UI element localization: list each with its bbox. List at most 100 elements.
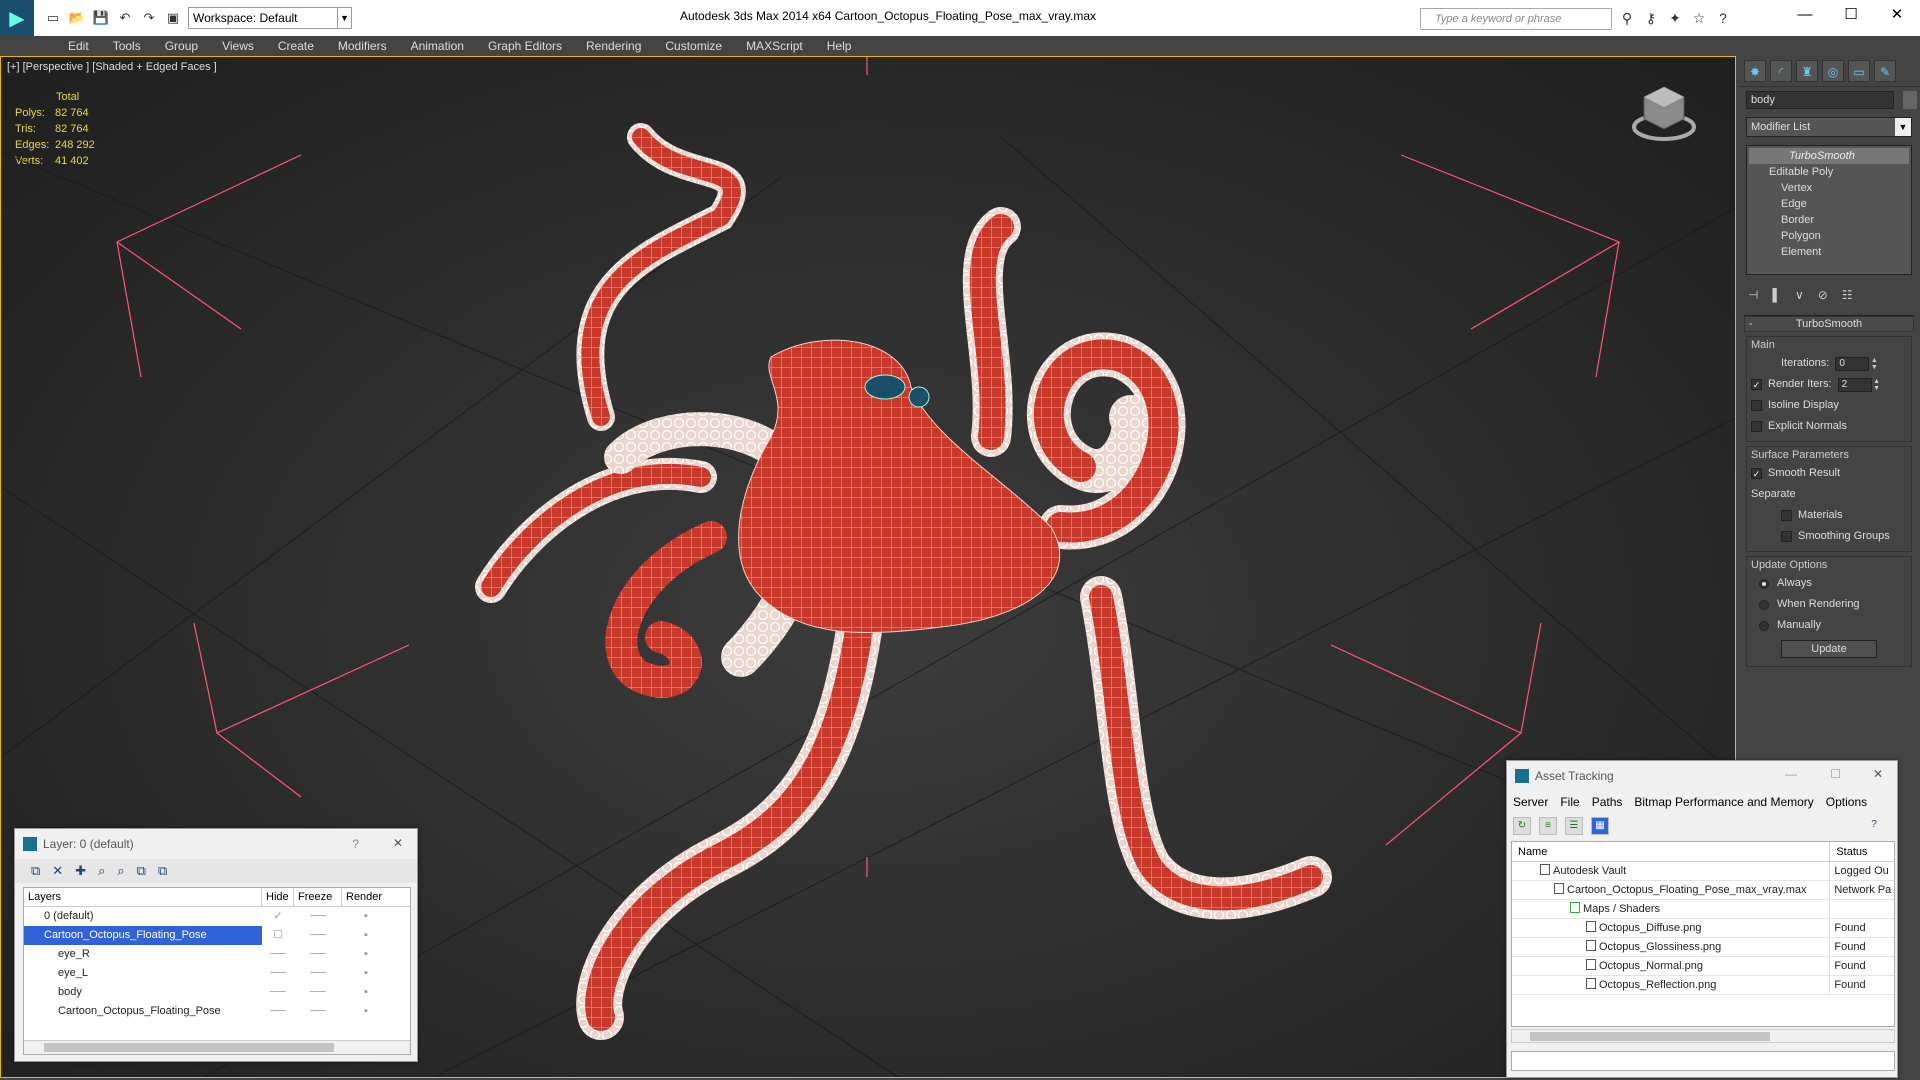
help-button[interactable]: ? <box>352 837 359 851</box>
table-row[interactable]: Cartoon_Octopus_Floating_Pose ── ── ▪ <box>24 1002 410 1021</box>
create-layer-icon[interactable]: ⧉ <box>31 863 40 879</box>
freeze-toggle[interactable]: ── <box>294 945 342 964</box>
make-unique-icon[interactable]: ∨ <box>1795 288 1804 302</box>
render-iters-checkbox[interactable]: ✓ <box>1751 379 1762 390</box>
col-freeze[interactable]: Freeze <box>294 888 342 906</box>
table-row[interactable]: Cartoon_Octopus_Floating_Pose_max_vray.m… <box>1512 881 1894 900</box>
scrollbar-thumb[interactable] <box>44 1043 334 1052</box>
menu-file[interactable]: File <box>1560 791 1579 813</box>
menu-graph-editors[interactable]: Graph Editors <box>476 36 574 56</box>
layer-name[interactable]: Cartoon_Octopus_Floating_Pose <box>24 1002 262 1021</box>
help-icon[interactable]: ? <box>1714 9 1732 27</box>
key-icon[interactable]: ⚷ <box>1642 9 1660 27</box>
object-color-swatch[interactable] <box>1903 91 1918 109</box>
modify-tab-icon[interactable]: ◜ <box>1770 60 1792 82</box>
iterations-spinner[interactable]: 0 <box>1835 356 1870 371</box>
table-row[interactable]: Maps / Shaders <box>1512 900 1894 919</box>
menu-options[interactable]: Options <box>1826 791 1867 813</box>
table-row[interactable]: Octopus_Diffuse.png Found <box>1512 919 1894 938</box>
close-button[interactable]: ✕ <box>393 836 403 850</box>
save-icon[interactable]: 💾 <box>92 9 110 27</box>
modifier-list-dropdown[interactable]: Modifier List ▼ <box>1746 117 1912 137</box>
show-end-result-icon[interactable]: ▌ <box>1772 288 1781 302</box>
hide-toggle[interactable]: ☐ <box>262 926 294 945</box>
hide-toggle[interactable]: ── <box>262 983 294 1002</box>
when-rendering-radio[interactable] <box>1759 599 1769 610</box>
hide-toggle[interactable]: ✓ <box>262 907 294 926</box>
freeze-toggle[interactable]: ── <box>294 983 342 1002</box>
chevron-down-icon[interactable]: ▼ <box>1895 118 1911 136</box>
menu-rendering[interactable]: Rendering <box>574 36 653 56</box>
menu-animation[interactable]: Animation <box>399 36 476 56</box>
table-row[interactable]: Autodesk Vault Logged Ou <box>1512 862 1894 881</box>
list-view-icon[interactable]: ≡ <box>1539 817 1557 835</box>
layer-name[interactable]: body <box>24 983 262 1002</box>
col-hide[interactable]: Hide <box>262 888 294 906</box>
utilities-tab-icon[interactable]: ✎ <box>1874 60 1896 82</box>
search-input[interactable]: Type a keyword or phrase <box>1420 8 1612 30</box>
render-iters-spinner[interactable]: 2 <box>1837 377 1872 392</box>
stack-subobject-vertex[interactable]: Vertex <box>1749 180 1909 196</box>
layer-dialog-titlebar[interactable]: Layer: 0 (default) ? ✕ <box>15 829 417 859</box>
menu-views[interactable]: Views <box>210 36 266 56</box>
table-row[interactable]: Octopus_Reflection.png Found <box>1512 976 1894 995</box>
explicit-normals-checkbox[interactable] <box>1751 421 1762 432</box>
horizontal-scrollbar[interactable] <box>1511 1029 1895 1043</box>
layer-name[interactable]: eye_L <box>24 964 262 983</box>
render-toggle[interactable]: ▪ <box>342 1002 390 1021</box>
table-row[interactable]: Octopus_Normal.png Found <box>1512 957 1894 976</box>
freeze-toggle[interactable]: ── <box>294 1002 342 1021</box>
remove-modifier-icon[interactable]: ⊘ <box>1818 288 1828 302</box>
menu-edit[interactable]: Edit <box>56 36 101 56</box>
smoothing-groups-checkbox[interactable] <box>1781 531 1792 542</box>
detail-view-icon[interactable]: ☰ <box>1565 817 1583 835</box>
stack-item-editable-poly[interactable]: Editable Poly <box>1749 164 1909 180</box>
table-row[interactable]: body ── ── ▪ <box>24 983 410 1002</box>
rollout-header[interactable]: - TurboSmooth <box>1744 316 1914 332</box>
hide-toggle[interactable]: ── <box>262 964 294 983</box>
satellite-icon[interactable]: ✦ <box>1666 9 1684 27</box>
minimize-button[interactable]: — <box>1782 0 1828 30</box>
redo-icon[interactable]: ↷ <box>140 9 158 27</box>
render-toggle[interactable]: ▪ <box>342 926 390 945</box>
motion-tab-icon[interactable]: ◎ <box>1822 60 1844 82</box>
pin-stack-icon[interactable]: ⊣ <box>1748 288 1758 302</box>
freeze-toggle[interactable]: ── <box>294 964 342 983</box>
project-icon[interactable]: ▣ <box>164 9 182 27</box>
table-row[interactable]: Octopus_Glossiness.png Found <box>1512 938 1894 957</box>
smooth-result-checkbox[interactable]: ✓ <box>1751 468 1762 479</box>
workspace-dropdown[interactable]: Workspace: Default <box>188 7 338 29</box>
minimize-button[interactable]: — <box>1785 767 1797 781</box>
menu-paths[interactable]: Paths <box>1592 791 1623 813</box>
render-toggle[interactable]: ▪ <box>342 945 390 964</box>
app-logo-icon[interactable]: ▶ <box>0 0 34 36</box>
render-toggle[interactable]: ▪ <box>342 983 390 1002</box>
table-row[interactable]: eye_L ── ── ▪ <box>24 964 410 983</box>
open-file-icon[interactable]: 📂 <box>68 9 86 27</box>
table-row[interactable]: 0 (default) ✓ ── ▪ <box>24 907 410 926</box>
render-toggle[interactable]: ▪ <box>342 907 390 926</box>
maximize-button[interactable]: ☐ <box>1828 0 1874 30</box>
col-status[interactable]: Status <box>1830 842 1894 861</box>
workspace-arrow-icon[interactable]: ▼ <box>338 7 352 29</box>
close-button[interactable]: ✕ <box>1873 767 1883 781</box>
menu-bitmap[interactable]: Bitmap Performance and Memory <box>1634 791 1813 813</box>
refresh-icon[interactable]: ↻ <box>1513 817 1531 835</box>
highlight-layer-icon[interactable]: ⌕ <box>117 863 124 879</box>
menu-tools[interactable]: Tools <box>101 36 153 56</box>
spinner-arrows-icon[interactable]: ▲ ▼ <box>1872 378 1882 392</box>
viewcube-icon[interactable] <box>1629 77 1699 147</box>
configure-sets-icon[interactable]: ☷ <box>1842 288 1853 302</box>
render-toggle[interactable]: ▪ <box>342 964 390 983</box>
freeze-toggle[interactable]: ── <box>294 907 342 926</box>
freeze-all-icon[interactable]: ⧉ <box>158 863 167 879</box>
layer-name[interactable]: Cartoon_Octopus_Floating_Pose <box>24 926 262 945</box>
hide-toggle[interactable]: ── <box>262 1002 294 1021</box>
isoline-checkbox[interactable] <box>1751 400 1762 411</box>
manually-radio[interactable] <box>1759 620 1769 631</box>
menu-modifiers[interactable]: Modifiers <box>326 36 399 56</box>
stack-subobject-element[interactable]: Element <box>1749 244 1909 260</box>
object-name-field[interactable]: body <box>1746 91 1894 109</box>
table-row[interactable]: Cartoon_Octopus_Floating_Pose ☐ ── ▪ <box>24 926 410 945</box>
menu-help[interactable]: Help <box>815 36 864 56</box>
